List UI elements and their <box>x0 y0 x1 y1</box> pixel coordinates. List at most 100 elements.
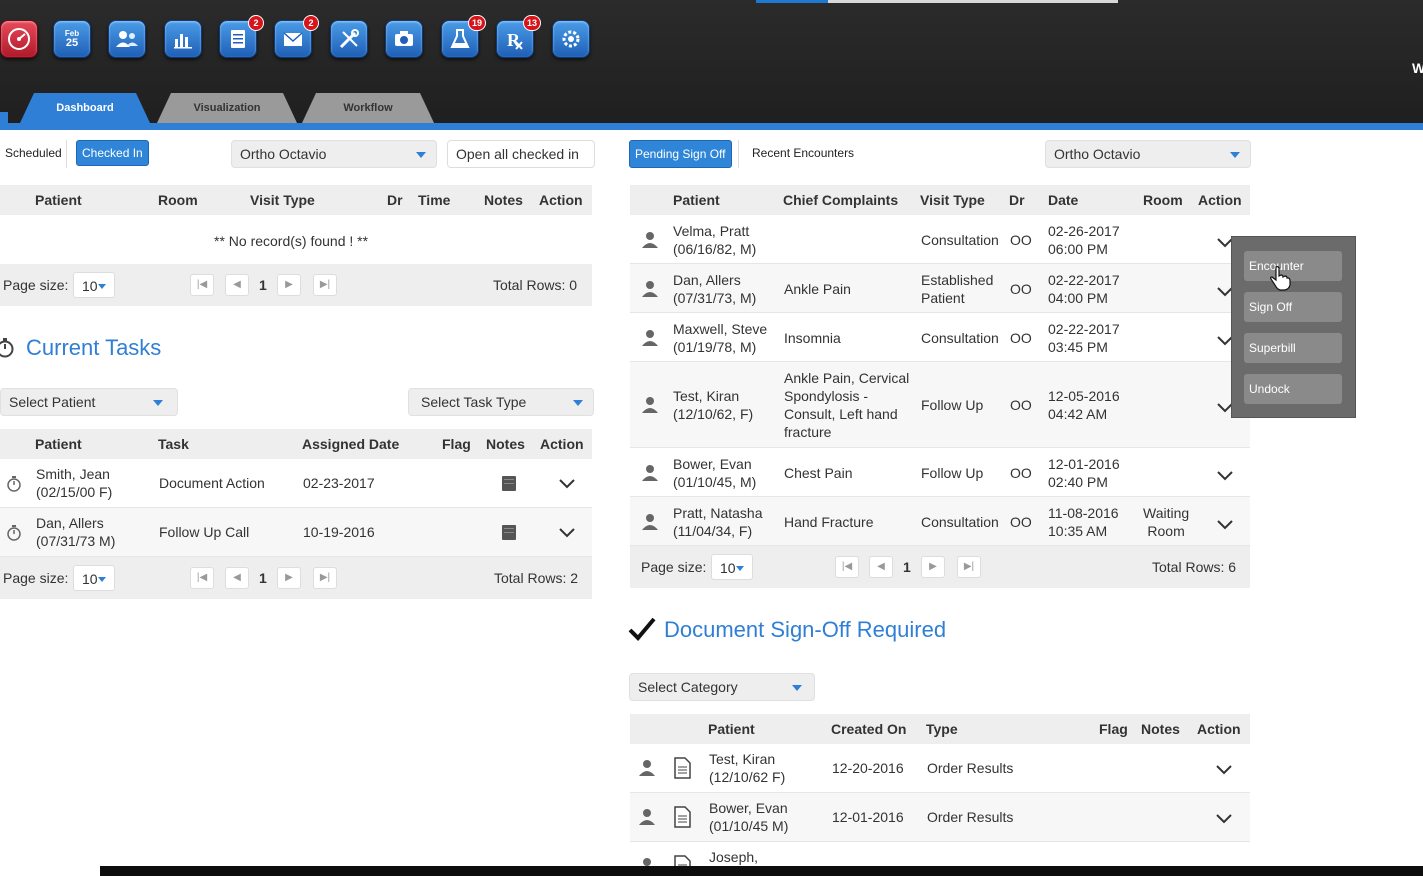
next-page-button[interactable]: ▶ <box>921 556 945 578</box>
col-visit-type: Visit Type <box>250 192 315 208</box>
patient-name[interactable]: Pratt, Natasha <box>673 504 763 522</box>
chevron-down-icon[interactable] <box>1216 518 1234 530</box>
patient-person-icon <box>641 329 659 347</box>
dashboard-gauge-icon[interactable] <box>0 20 38 58</box>
filter-pending-sign-off[interactable]: Pending Sign Off <box>629 140 732 168</box>
action-menu: Encounter Sign Off Superbill Undock <box>1231 236 1356 418</box>
tab-visualization[interactable]: Visualization <box>157 93 297 123</box>
cell-line: Consultation <box>921 329 999 346</box>
document-signoff-title: Document Sign-Off Required <box>664 617 947 642</box>
chief-complaints: Insomnia <box>784 329 841 347</box>
cell-line: Consultation <box>921 231 999 248</box>
last-page-button[interactable]: ▶| <box>313 274 337 296</box>
messages-badge: 2 <box>303 15 319 31</box>
messages-mail-icon[interactable]: 2 <box>274 15 319 58</box>
hand-cursor-icon <box>1270 266 1291 291</box>
task-name: Document Action <box>159 475 265 491</box>
table-row[interactable]: Test, Kiran (12/10/62 F) 12-20-2016 Orde… <box>630 744 1250 793</box>
table-row[interactable]: Bower, Evan (01/10/45, M) Chest Pain Fol… <box>630 448 1250 497</box>
open-all-checked-in-button[interactable]: Open all checked in <box>447 140 595 168</box>
table-row[interactable]: Smith, Jean (02/15/00 F) Document Action… <box>0 459 592 508</box>
task-patient-name: Dan, Allers <box>36 515 104 531</box>
notes-icon[interactable] <box>501 475 517 492</box>
table-row[interactable]: Bower, Evan (01/10/45 M) 12-01-2016 Orde… <box>630 793 1250 842</box>
select-category-dropdown[interactable]: Select Category <box>629 673 815 701</box>
next-page-button[interactable]: ▶ <box>277 567 301 589</box>
notes-icon[interactable] <box>501 524 517 541</box>
patient-person-icon <box>641 280 659 298</box>
patient-name[interactable]: Dan, Allers <box>673 271 741 289</box>
patients-icon[interactable] <box>108 20 146 58</box>
col-patient: Patient <box>35 436 82 452</box>
patient-name[interactable]: Bower, Evan <box>673 455 752 473</box>
doc-patient-name[interactable]: Bower, Evan <box>709 799 788 817</box>
table-row[interactable]: Velma, Pratt (06/16/82, M) Consultation … <box>630 215 1250 264</box>
doc-patient-name[interactable]: Joseph, <box>709 848 758 866</box>
doctor-initials: OO <box>1010 231 1032 248</box>
page-size-label: Page size: <box>641 559 707 575</box>
filter-checked-in[interactable]: Checked In <box>76 140 149 166</box>
page-size-select[interactable]: 10 <box>73 565 115 591</box>
empty-message: ** No record(s) found ! ** <box>214 233 369 249</box>
menu-item-encounter[interactable]: Encounter <box>1244 251 1342 281</box>
top-toolbar: Feb 25 2 2 19 R 13 W Dashboard Visualizat… <box>0 0 1423 125</box>
bottom-bar <box>100 866 1423 876</box>
chevron-down-icon[interactable] <box>1215 763 1233 775</box>
select-patient-dropdown[interactable]: Select Patient <box>0 388 178 416</box>
camera-icon[interactable] <box>385 20 423 58</box>
doctor-initials: OO <box>1010 280 1032 297</box>
patient-person-icon <box>638 808 656 826</box>
patient-name[interactable]: Test, Kiran <box>673 387 739 405</box>
last-page-button[interactable]: ▶| <box>313 567 337 589</box>
task-timer-icon <box>7 525 21 541</box>
prev-page-button[interactable]: ◀ <box>869 556 893 578</box>
first-page-button[interactable]: |◀ <box>190 274 214 296</box>
timer-icon <box>0 338 14 358</box>
tools-icon[interactable] <box>330 20 368 58</box>
next-page-button[interactable]: ▶ <box>277 274 301 296</box>
prev-page-button[interactable]: ◀ <box>225 274 249 296</box>
first-page-button[interactable]: |◀ <box>190 567 214 589</box>
task-date: 02-23-2017 <box>303 475 375 491</box>
patient-name[interactable]: Maxwell, Steve <box>673 320 767 338</box>
select-task-type-dropdown[interactable]: Select Task Type <box>408 388 594 416</box>
patient-person-icon <box>638 759 656 777</box>
table-row[interactable]: Pratt, Natasha (11/04/34, F) Hand Fractu… <box>630 497 1250 546</box>
table-row[interactable]: Dan, Allers (07/31/73 M) Follow Up Call … <box>0 508 592 557</box>
provider-select-right[interactable]: Ortho Octavio <box>1045 140 1251 168</box>
tasks-list-icon[interactable]: 2 <box>219 15 264 58</box>
menu-item-undock[interactable]: Undock <box>1244 374 1342 404</box>
prev-page-button[interactable]: ◀ <box>225 567 249 589</box>
tab-dashboard[interactable]: Dashboard <box>20 93 150 123</box>
calendar-icon[interactable]: Feb 25 <box>53 20 91 58</box>
chevron-down-icon[interactable] <box>558 478 576 490</box>
chevron-down-icon[interactable] <box>1215 812 1233 824</box>
chevron-down-icon <box>1230 152 1240 158</box>
appointments-header: Patient Room Visit Type Dr Time Notes Ac… <box>0 185 592 215</box>
first-page-button[interactable]: |◀ <box>835 556 859 578</box>
cell-line: fracture <box>784 424 832 440</box>
chevron-down-icon[interactable] <box>558 527 576 539</box>
filter-recent-encounters[interactable]: Recent Encounters <box>747 140 860 166</box>
cell-line: Spondylosis - <box>784 388 869 404</box>
table-row[interactable]: Test, Kiran (12/10/62, F) Ankle Pain, Ce… <box>630 362 1250 448</box>
doc-patient-name[interactable]: Test, Kiran <box>709 750 775 768</box>
reports-chart-icon[interactable] <box>164 20 202 58</box>
tab-workflow[interactable]: Workflow <box>302 93 434 123</box>
settings-gear-icon[interactable] <box>552 20 590 58</box>
filter-scheduled[interactable]: Scheduled <box>0 140 67 166</box>
page-size-select[interactable]: 10 <box>711 554 753 580</box>
col-action: Action <box>1198 192 1242 208</box>
patient-name[interactable]: Velma, Pratt <box>673 222 749 240</box>
lab-flask-icon[interactable]: 19 <box>441 15 486 58</box>
provider-select-left[interactable]: Ortho Octavio <box>231 140 437 168</box>
col-date: Date <box>1048 192 1079 208</box>
prescription-rx-icon[interactable]: R 13 <box>496 15 541 58</box>
last-page-button[interactable]: ▶| <box>957 556 981 578</box>
chevron-down-icon[interactable] <box>1216 469 1234 481</box>
table-row[interactable]: Dan, Allers (07/31/73, M) Ankle Pain Est… <box>630 264 1250 313</box>
page-size-select[interactable]: 10 <box>73 272 115 298</box>
menu-item-superbill[interactable]: Superbill <box>1244 333 1342 363</box>
table-row[interactable]: Maxwell, Steve (01/19/78, M) Insomnia Co… <box>630 313 1250 362</box>
menu-item-sign-off[interactable]: Sign Off <box>1244 292 1342 322</box>
